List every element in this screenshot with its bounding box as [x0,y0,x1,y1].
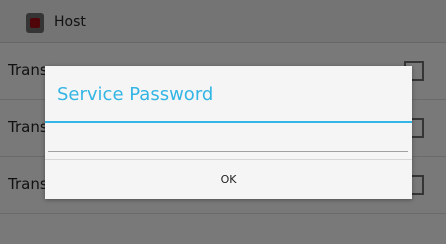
password-input[interactable] [48,126,408,152]
dialog-title: Service Password [57,84,214,105]
service-password-dialog: Service Password OK [45,66,412,199]
title-divider [45,121,412,123]
ok-button[interactable]: OK [45,160,412,199]
